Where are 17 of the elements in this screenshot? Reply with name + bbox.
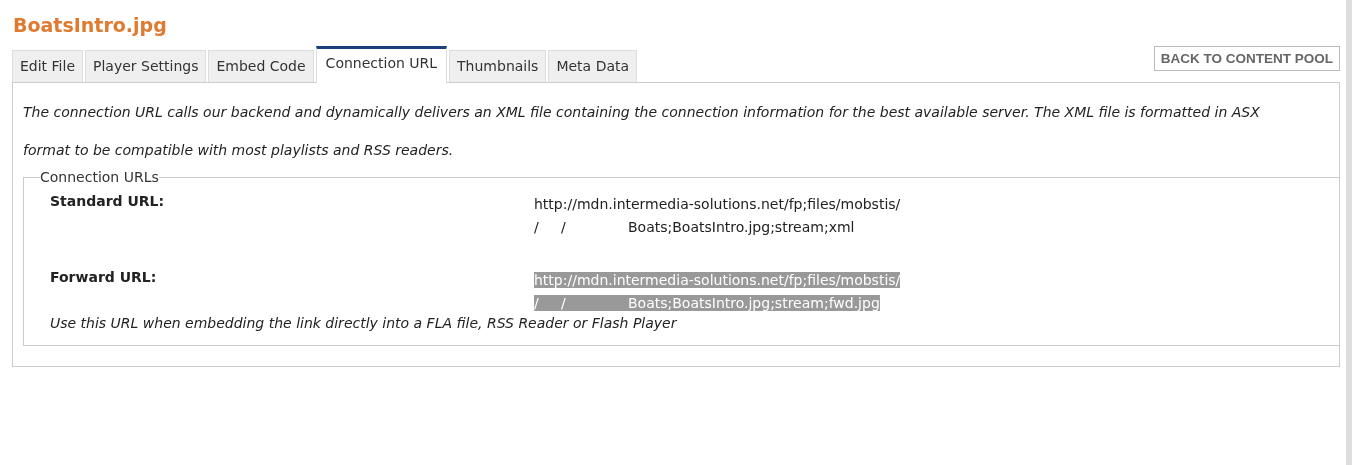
url-text: / / Boats;BoatsIntro.jpg;stream;fwd.jpg [534, 295, 880, 311]
tab[interactable]: Thumbnails [449, 50, 547, 82]
tab[interactable]: Edit File [12, 50, 83, 82]
tab[interactable]: Player Settings [85, 50, 207, 82]
tab[interactable]: Meta Data [548, 50, 638, 82]
back-to-content-pool-button[interactable]: BACK TO CONTENT POOL [1153, 46, 1340, 71]
file-title: BoatsIntro.jpg [13, 14, 168, 36]
description-text: The connection URL calls our backend and dynamically delivers an XML file containing the connection information for the best available server. The XML file is formatted in ASX format to be compatible with most playlists and RSS readers. [23, 103, 1261, 160]
tab[interactable]: Embed Code [208, 50, 314, 82]
url-label: Forward URL: [50, 269, 158, 287]
fieldset-legend: Connection URLs [40, 169, 159, 185]
url-text: http://mdn.intermedia-solutions.net/fp;files/mobstis/ [534, 272, 901, 288]
url-text: / / Boats;BoatsIntro.jpg;stream;xml [534, 219, 855, 235]
url-text: http://mdn.intermedia-solutions.net/fp;files/mobstis/ [534, 196, 901, 212]
url-label: Standard URL: [50, 193, 166, 211]
url-note: Use this URL when embedding the link directly into a FLA file, RSS Reader or Flash Player [50, 315, 678, 331]
tab[interactable]: Connection URL [315, 46, 448, 83]
